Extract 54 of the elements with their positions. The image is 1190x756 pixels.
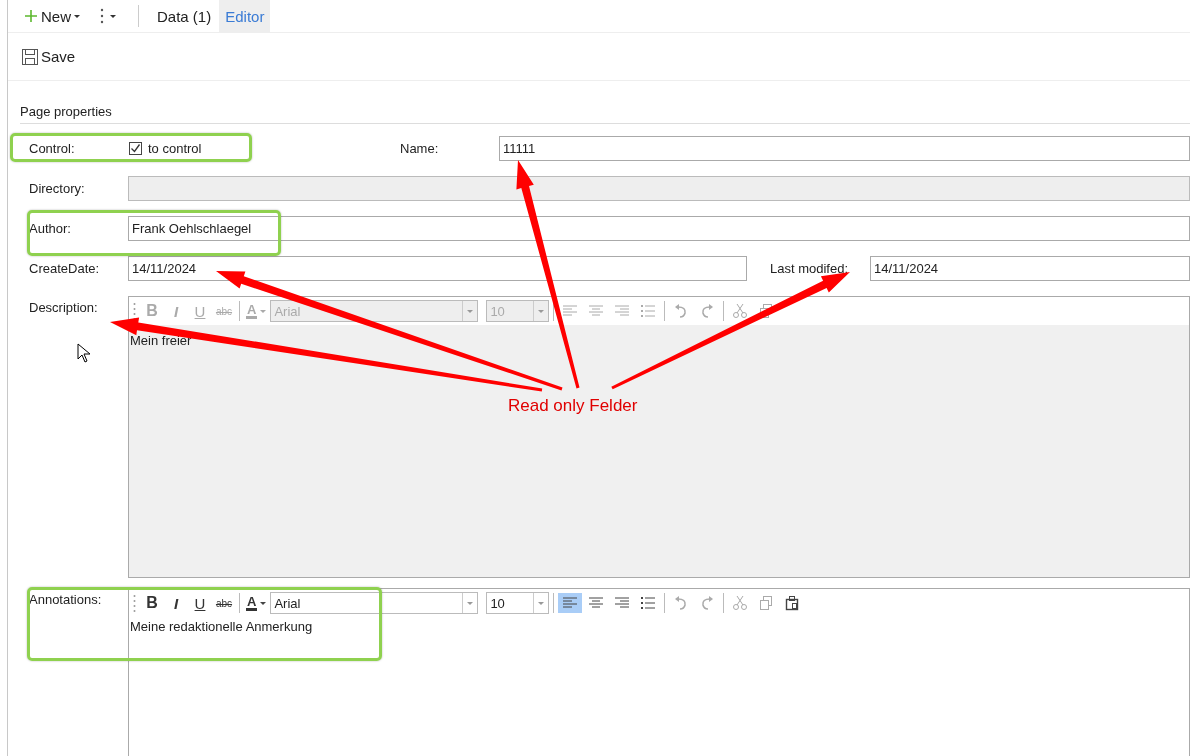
align-left-icon — [562, 595, 579, 611]
section-title: Page properties — [20, 103, 1190, 124]
checkbox[interactable] — [129, 142, 142, 155]
field-label: Annotations: — [29, 591, 103, 607]
caret-icon — [467, 601, 474, 605]
bullet-list-icon — [640, 595, 657, 611]
text-field[interactable]: 14/11/2024 — [870, 256, 1190, 281]
checkbox-label: to control — [148, 141, 202, 156]
callout-text: Read only Felder — [508, 396, 638, 416]
text-area[interactable]: Meine redaktionelle Anmerkung — [129, 617, 1189, 756]
underline-button[interactable]: U — [189, 594, 211, 612]
field-label: Description: — [29, 299, 99, 315]
align-right-icon — [614, 595, 631, 611]
plus-icon — [24, 9, 38, 23]
align-left-icon — [562, 303, 579, 319]
paste-icon — [784, 595, 801, 611]
align-right-icon — [614, 303, 631, 319]
bullet-list-icon — [640, 303, 657, 319]
grip-icon — [133, 594, 136, 612]
field-label: Control: — [29, 141, 76, 156]
strikethrough-button[interactable]: abc — [213, 594, 235, 612]
caret-icon — [467, 309, 474, 313]
copy-icon — [758, 595, 775, 611]
scissors-icon — [732, 303, 749, 319]
tab[interactable]: Editor — [219, 0, 271, 32]
font-color-button[interactable]: A — [244, 592, 269, 614]
align-center-icon — [588, 595, 605, 611]
text-field[interactable]: Frank Oehlschlaegel — [128, 216, 1190, 241]
more-icon — [100, 8, 104, 24]
italic-button[interactable]: I — [165, 594, 187, 612]
caret-icon — [538, 309, 545, 313]
align-left-button[interactable] — [558, 593, 583, 613]
field-label: Author: — [29, 221, 72, 236]
field-label: Name: — [400, 141, 440, 156]
align-center-icon — [588, 303, 605, 319]
bold-button[interactable]: B — [141, 594, 163, 612]
new-button[interactable]: New — [24, 0, 80, 32]
caret-icon — [110, 14, 116, 18]
font-dropdown[interactable]: Arial — [270, 592, 479, 614]
caret-icon — [74, 14, 80, 18]
tab[interactable]: Data (1) — [149, 0, 220, 32]
caret-icon — [260, 601, 267, 605]
field-label: CreateDate: — [29, 261, 101, 276]
save-icon — [22, 48, 38, 65]
cursor-icon — [77, 343, 92, 363]
caret-icon — [260, 309, 267, 313]
text-field[interactable]: 11111 — [499, 136, 1190, 161]
text-field[interactable]: 14/11/2024 — [128, 256, 747, 281]
caret-icon — [538, 601, 545, 605]
save-button[interactable]: Save — [22, 48, 76, 65]
scissors-icon — [732, 595, 749, 611]
size-dropdown[interactable]: 10 — [486, 592, 550, 614]
field-label: Directory: — [29, 181, 86, 196]
field-label: Last modifed: — [770, 261, 850, 276]
